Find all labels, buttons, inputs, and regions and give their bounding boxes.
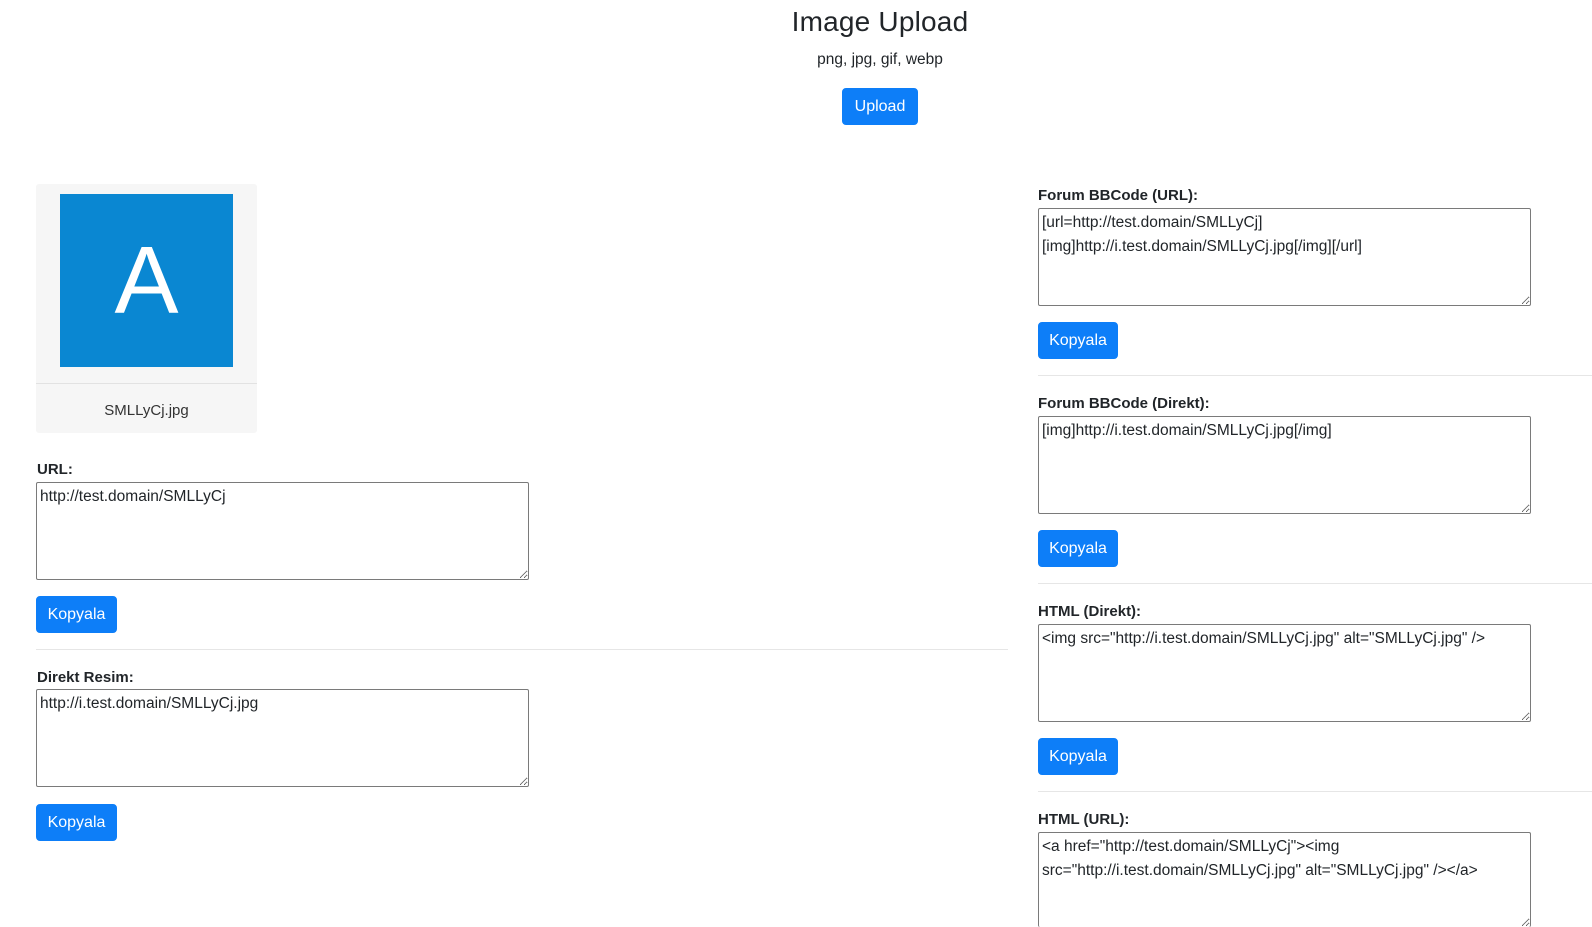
html-url-field[interactable]: <a href="http://test.domain/SMLLyCj"><im… (1038, 832, 1531, 927)
copy-url-button[interactable]: Kopyala (36, 596, 117, 633)
direct-image-field[interactable]: http://i.test.domain/SMLLyCj.jpg (36, 689, 529, 787)
upload-button[interactable]: Upload (842, 88, 918, 125)
direct-image-label: Direkt Resim: (37, 669, 134, 686)
left-divider (36, 649, 1008, 650)
url-label: URL: (37, 461, 73, 478)
copy-forum-bbcode-direct-button[interactable]: Kopyala (1038, 530, 1118, 567)
forum-bbcode-url-field[interactable]: [url=http://test.domain/SMLLyCj] [img]ht… (1038, 208, 1531, 306)
copy-forum-bbcode-url-button[interactable]: Kopyala (1038, 322, 1118, 359)
card-divider (36, 383, 257, 384)
forum-bbcode-direct-label: Forum BBCode (Direkt): (1038, 395, 1210, 412)
image-filename: SMLLyCj.jpg (104, 402, 189, 419)
forum-bbcode-direct-field[interactable]: [img]http://i.test.domain/SMLLyCj.jpg[/i… (1038, 416, 1531, 514)
page-title: Image Upload (791, 6, 969, 37)
image-preview-card: A SMLLyCj.jpg (36, 184, 257, 433)
right-divider-1 (1038, 375, 1592, 376)
copy-direct-image-button[interactable]: Kopyala (36, 804, 117, 841)
html-url-label: HTML (URL): (1038, 811, 1130, 828)
forum-bbcode-url-label: Forum BBCode (URL): (1038, 187, 1198, 204)
html-direct-label: HTML (Direkt): (1038, 603, 1142, 620)
html-direct-field[interactable]: <img src="http://i.test.domain/SMLLyCj.j… (1038, 624, 1531, 722)
url-field[interactable]: http://test.domain/SMLLyCj (36, 482, 529, 580)
right-divider-3 (1038, 791, 1592, 792)
image-thumbnail[interactable]: A (60, 194, 233, 367)
right-divider-2 (1038, 583, 1592, 584)
supported-formats: png, jpg, gif, webp (817, 51, 943, 68)
copy-html-direct-button[interactable]: Kopyala (1038, 738, 1118, 775)
